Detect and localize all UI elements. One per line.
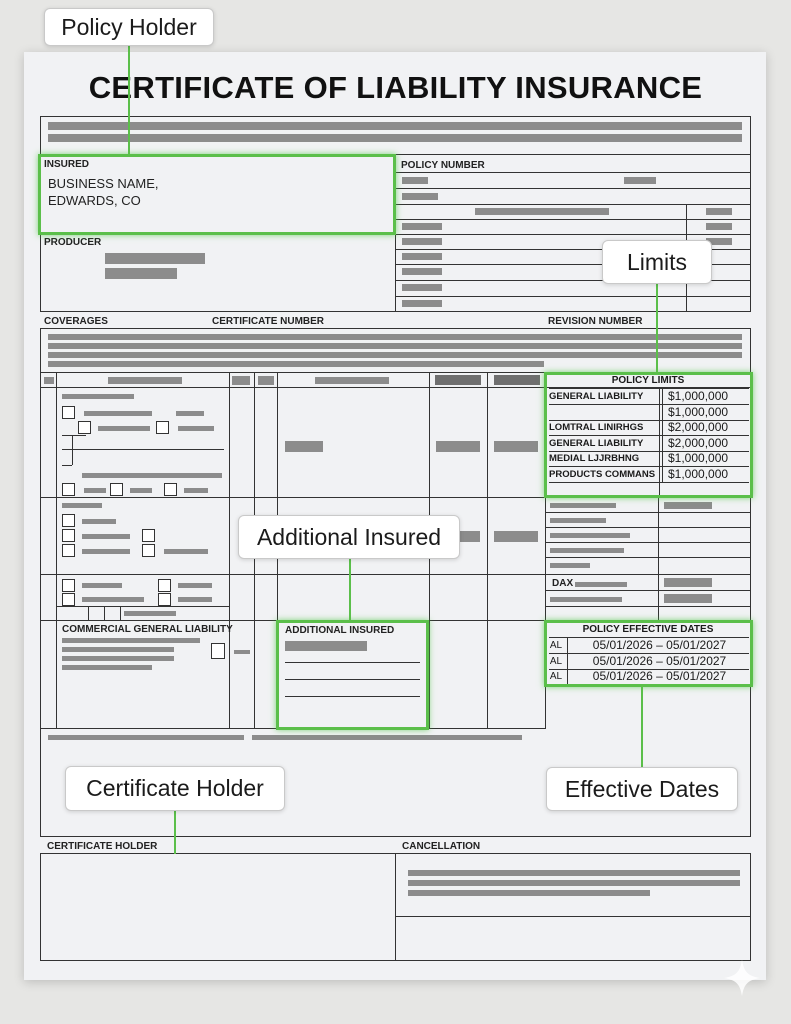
callout-effective-dates: Effective Dates [546, 767, 738, 811]
dax-label: DAX [552, 578, 574, 589]
callout-certificate-holder: Certificate Holder [65, 766, 285, 811]
certificate-holder-label: CERTIFICATE HOLDER [47, 841, 158, 852]
revision-number-label: REVISION NUMBER [548, 316, 643, 327]
policy-holder-highlight [38, 154, 396, 235]
redacted-producer [105, 253, 205, 264]
sparkle-icon [724, 960, 760, 996]
coverage-checkbox[interactable] [62, 544, 75, 557]
coverage-checkbox[interactable] [62, 593, 75, 606]
redacted-producer [105, 268, 177, 279]
redacted-header-line [48, 134, 742, 142]
callout-policy-holder: Policy Holder [44, 8, 214, 46]
producer-label: PRODUCER [44, 237, 102, 248]
coverage-checkbox[interactable] [62, 406, 75, 419]
certificate-number-label: CERTIFICATE NUMBER [212, 316, 325, 327]
coverage-checkbox[interactable] [158, 579, 171, 592]
coverage-checkbox[interactable] [62, 483, 75, 496]
coverage-checkbox[interactable] [110, 483, 123, 496]
coverage-checkbox[interactable] [62, 529, 75, 542]
limits-highlight [544, 372, 753, 498]
cgl-label: COMMERCIAL GENERAL LIABILITY [62, 624, 233, 635]
coverage-checkbox[interactable] [211, 643, 225, 659]
coverage-checkbox[interactable] [158, 593, 171, 606]
cancellation-label: CANCELLATION [402, 841, 481, 852]
policy-number-label: POLICY NUMBER [401, 160, 485, 171]
coverage-checkbox[interactable] [142, 544, 155, 557]
coverage-checkbox[interactable] [142, 529, 155, 542]
coverage-checkbox[interactable] [156, 421, 169, 434]
redacted-header-line [48, 122, 742, 130]
coverage-checkbox[interactable] [62, 579, 75, 592]
coverage-checkbox[interactable] [78, 421, 91, 434]
callout-additional-insured: Additional Insured [238, 515, 460, 559]
document-title: CERTIFICATE OF LIABILITY INSURANCE [88, 70, 703, 105]
coverage-checkbox[interactable] [62, 514, 75, 527]
coverage-checkbox[interactable] [164, 483, 177, 496]
effective-dates-highlight [544, 620, 753, 687]
additional-insured-highlight [276, 620, 429, 730]
coverages-label: COVERAGES [44, 316, 108, 327]
callout-limits: Limits [602, 240, 712, 284]
